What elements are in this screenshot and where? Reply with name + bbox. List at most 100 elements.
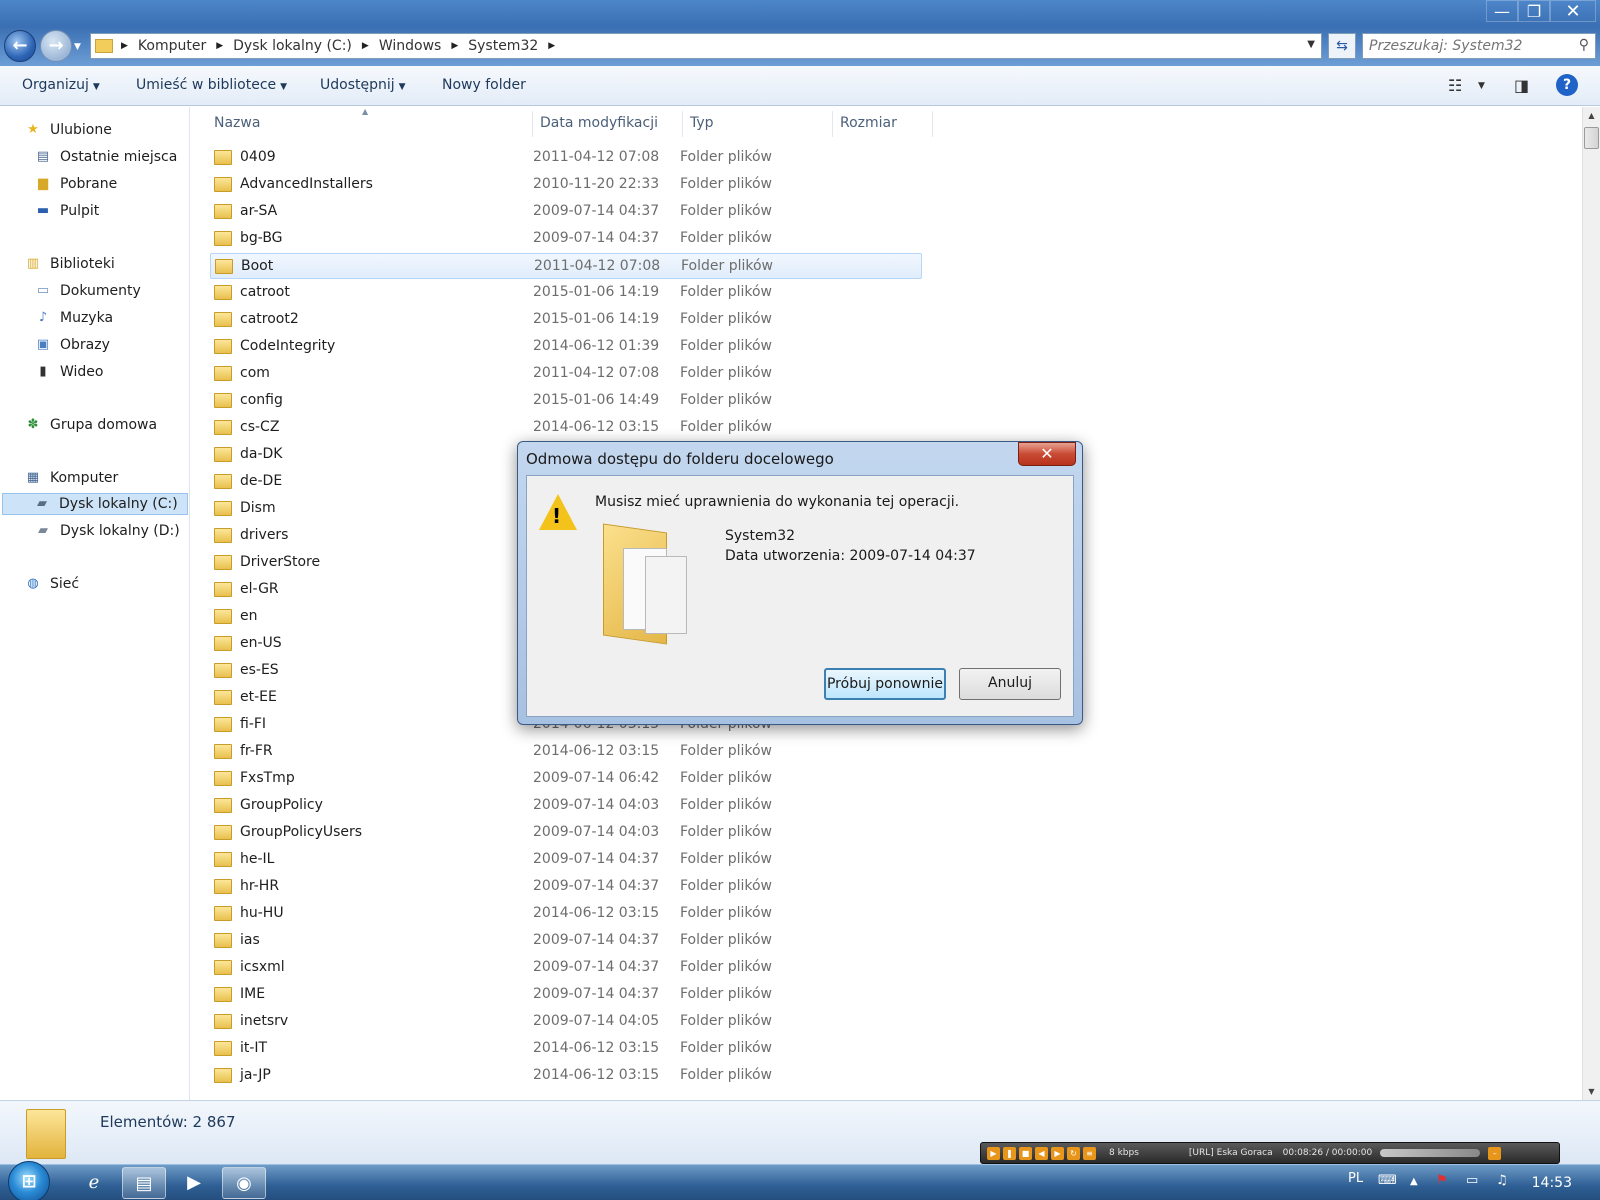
- sidebar-item-network[interactable]: ◍ Sieć: [24, 573, 79, 595]
- cancel-button[interactable]: Anuluj: [959, 668, 1061, 700]
- clock[interactable]: 14:53: [1532, 1175, 1572, 1191]
- table-row[interactable]: hr-HR 2009-07-14 04:37 Folder plików: [210, 874, 922, 900]
- previous-icon[interactable]: ◀: [1035, 1146, 1048, 1160]
- sidebar-item-homegroup[interactable]: ✽ Grupa domowa: [24, 414, 158, 436]
- vertical-scrollbar[interactable]: ▲ ▼: [1582, 107, 1600, 1100]
- chevron-right-icon[interactable]: ▶: [548, 41, 555, 51]
- view-options-icon[interactable]: ☷: [1448, 76, 1462, 95]
- start-button[interactable]: ⊞: [8, 1161, 50, 1200]
- sidebar-item-drive-d[interactable]: ▰ Dysk lokalny (D:): [34, 520, 180, 542]
- sidebar-item-documents[interactable]: ▭ Dokumenty: [34, 280, 141, 302]
- sidebar-item-downloads[interactable]: ▆ Pobrane: [34, 173, 117, 195]
- network-tray-icon[interactable]: ▭: [1466, 1173, 1478, 1188]
- table-row[interactable]: ar-SA 2009-07-14 04:37 Folder plików: [210, 199, 922, 225]
- dialog-close-button[interactable]: ✕: [1018, 442, 1076, 466]
- refresh-button[interactable]: ⇆: [1328, 33, 1356, 59]
- search-input[interactable]: [1369, 38, 1569, 54]
- table-row[interactable]: catroot2 2015-01-06 14:19 Folder plików: [210, 307, 922, 333]
- retry-button[interactable]: Próbuj ponownie: [824, 668, 946, 700]
- search-icon[interactable]: ⚲: [1579, 37, 1589, 53]
- table-row[interactable]: config 2015-01-06 14:49 Folder plików: [210, 388, 922, 414]
- include-library-button[interactable]: Umieść w bibliotece ▼: [136, 77, 287, 93]
- column-divider[interactable]: [682, 111, 683, 137]
- equalizer-icon[interactable]: ≡: [1083, 1146, 1096, 1160]
- column-header-date[interactable]: Data modyfikacji: [540, 115, 658, 131]
- internet-explorer-icon[interactable]: ℯ: [72, 1167, 116, 1199]
- explorer-taskbar-icon[interactable]: ▤: [122, 1167, 166, 1199]
- repeat-icon[interactable]: ↻: [1067, 1146, 1080, 1160]
- sidebar-item-recent[interactable]: ▤ Ostatnie miejsca: [34, 146, 177, 168]
- table-row[interactable]: catroot 2015-01-06 14:19 Folder plików: [210, 280, 922, 306]
- next-icon[interactable]: ▶: [1051, 1146, 1064, 1160]
- sidebar-item-videos[interactable]: ▮ Wideo: [34, 361, 103, 383]
- close-button[interactable]: ✕: [1550, 0, 1596, 22]
- table-row[interactable]: com 2011-04-12 07:08 Folder plików: [210, 361, 922, 387]
- column-divider[interactable]: [532, 111, 533, 137]
- breadcrumb-computer[interactable]: Komputer: [136, 38, 208, 54]
- firefox-icon[interactable]: ◉: [222, 1167, 266, 1199]
- help-icon[interactable]: ?: [1556, 74, 1578, 96]
- sidebar-item-favorites[interactable]: ★ Ulubione: [24, 119, 112, 141]
- table-row[interactable]: hu-HU 2014-06-12 03:15 Folder plików: [210, 901, 922, 927]
- preview-pane-icon[interactable]: ◨: [1514, 76, 1529, 95]
- chevron-right-icon[interactable]: ▶: [216, 41, 223, 51]
- column-divider[interactable]: [832, 111, 833, 137]
- sidebar-item-desktop[interactable]: ▬ Pulpit: [34, 200, 99, 222]
- share-button[interactable]: Udostępnij ▼: [320, 77, 406, 93]
- minimize-button[interactable]: —: [1486, 0, 1518, 22]
- sidebar-item-computer[interactable]: ▦ Komputer: [24, 467, 118, 489]
- breadcrumb-system32[interactable]: System32: [466, 38, 540, 54]
- chevron-right-icon[interactable]: ▶: [121, 41, 128, 51]
- breadcrumb-windows[interactable]: Windows: [377, 38, 444, 54]
- scroll-thumb[interactable]: [1584, 127, 1599, 149]
- table-row[interactable]: ias 2009-07-14 04:37 Folder plików: [210, 928, 922, 954]
- action-center-flag-icon[interactable]: ⚑: [1436, 1173, 1448, 1188]
- column-header-size[interactable]: Rozmiar: [840, 115, 897, 131]
- pause-icon[interactable]: ❚: [1003, 1146, 1016, 1160]
- volume-slider[interactable]: [1380, 1149, 1481, 1157]
- stop-icon[interactable]: ■: [1019, 1146, 1032, 1160]
- table-row[interactable]: ja-JP 2014-06-12 03:15 Folder plików: [210, 1063, 922, 1089]
- scroll-down-icon[interactable]: ▼: [1583, 1083, 1600, 1100]
- chevron-right-icon[interactable]: ▶: [451, 41, 458, 51]
- recent-pages-dropdown[interactable]: ▼: [74, 42, 81, 52]
- sidebar-item-libraries[interactable]: ▥ Biblioteki: [24, 253, 115, 275]
- media-player-icon[interactable]: ▶: [172, 1167, 216, 1199]
- address-dropdown-icon[interactable]: ▼: [1307, 39, 1315, 50]
- back-button[interactable]: ←: [4, 30, 36, 62]
- column-divider[interactable]: [932, 111, 933, 137]
- new-folder-button[interactable]: Nowy folder: [442, 77, 526, 93]
- table-row[interactable]: icsxml 2009-07-14 04:37 Folder plików: [210, 955, 922, 981]
- play-icon[interactable]: ▶: [987, 1146, 1000, 1160]
- sidebar-item-pictures[interactable]: ▣ Obrazy: [34, 334, 110, 356]
- maximize-button[interactable]: ❐: [1518, 0, 1550, 22]
- view-dropdown-icon[interactable]: ▼: [1478, 81, 1485, 91]
- table-row[interactable]: it-IT 2014-06-12 03:15 Folder plików: [210, 1036, 922, 1062]
- table-row[interactable]: GroupPolicy 2009-07-14 04:03 Folder plików: [210, 793, 922, 819]
- language-indicator[interactable]: PL: [1348, 1171, 1363, 1186]
- sidebar-item-music[interactable]: ♪ Muzyka: [34, 307, 113, 329]
- table-row[interactable]: he-IL 2009-07-14 04:37 Folder plików: [210, 847, 922, 873]
- table-row[interactable]: inetsrv 2009-07-14 04:05 Folder plików: [210, 1009, 922, 1035]
- table-row[interactable]: GroupPolicyUsers 2009-07-14 04:03 Folder p…: [210, 820, 922, 846]
- sidebar-item-drive-c[interactable]: ▰ Dysk lokalny (C:): [2, 493, 188, 515]
- scroll-up-icon[interactable]: ▲: [1583, 107, 1600, 124]
- table-row[interactable]: CodeIntegrity 2014-06-12 01:39 Folder plik…: [210, 334, 922, 360]
- chevron-right-icon[interactable]: ▶: [362, 41, 369, 51]
- table-row[interactable]: cs-CZ 2014-06-12 03:15 Folder plików: [210, 415, 922, 441]
- forward-button[interactable]: →: [40, 30, 72, 62]
- table-row[interactable]: IME 2009-07-14 04:37 Folder plików: [210, 982, 922, 1008]
- breadcrumb-drive-c[interactable]: Dysk lokalny (C:): [231, 38, 354, 54]
- show-hidden-icons-icon[interactable]: ▲: [1410, 1176, 1418, 1187]
- organize-button[interactable]: Organizuj ▼: [22, 77, 100, 93]
- table-row[interactable]: fr-FR 2014-06-12 03:15 Folder plików: [210, 739, 922, 765]
- address-bar[interactable]: ▶ Komputer ▶ Dysk lokalny (C:) ▶ Windows…: [90, 33, 1322, 59]
- keyboard-icon[interactable]: ⌨: [1378, 1173, 1397, 1188]
- column-header-type[interactable]: Typ: [690, 115, 714, 131]
- table-row[interactable]: FxsTmp 2009-07-14 06:42 Folder plików: [210, 766, 922, 792]
- table-row[interactable]: AdvancedInstallers 2010-11-20 22:33 Folder…: [210, 172, 922, 198]
- table-row[interactable]: bg-BG 2009-07-14 04:37 Folder plików: [210, 226, 922, 252]
- column-header-name[interactable]: Nazwa: [214, 115, 260, 131]
- menu-icon[interactable]: –: [1488, 1146, 1502, 1160]
- table-row[interactable]: 0409 2011-04-12 07:08 Folder plików: [210, 145, 922, 171]
